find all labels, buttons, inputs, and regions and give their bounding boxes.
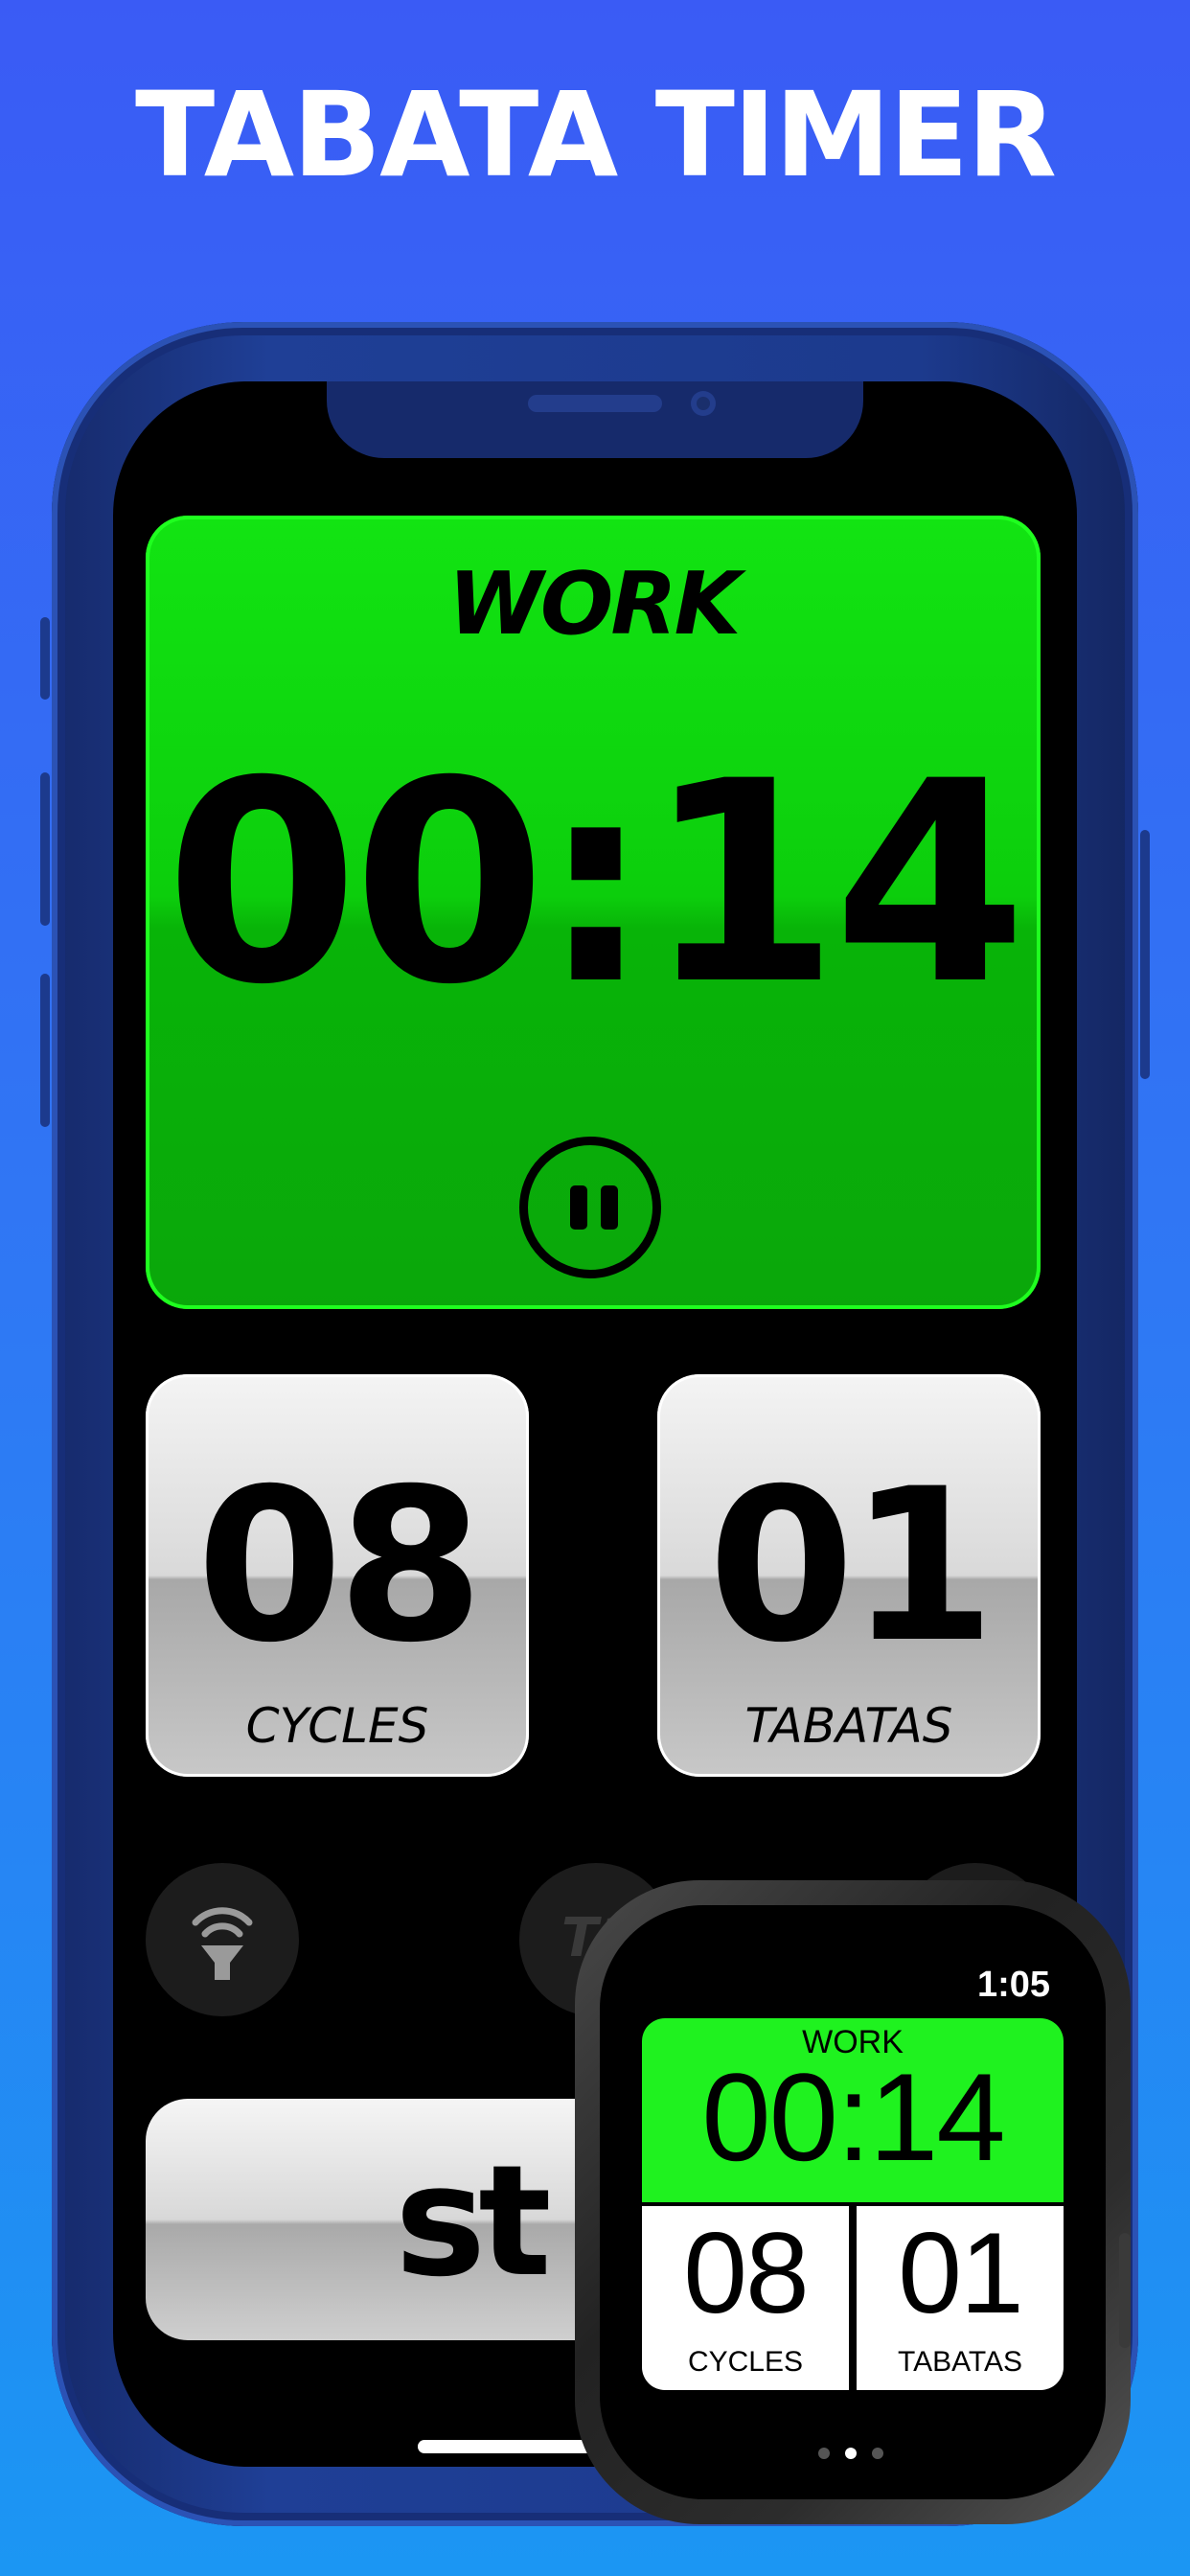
watch-clock: 1:05 [976,1965,1050,2005]
watch-screen: 1:05 WORK 00:14 08 CYCLES 01 TABATAS [600,1905,1106,2499]
phase-label: WORK [447,554,742,655]
watch-cycles-label: CYCLES [687,2346,804,2378]
work-timer-panel: WORK 00:14 [146,516,1041,1309]
tabatas-value: 01 [707,1443,995,1689]
pause-button[interactable] [519,1137,661,1278]
watch-crown [1119,2233,1131,2348]
tabatas-label: TABATAS [744,1698,953,1754]
phone-volume-down-button [40,974,50,1127]
phone-notch [327,381,863,458]
watch-cycles-cell: 08 CYCLES [642,2206,849,2390]
watch-tabatas-value: 01 [898,2209,1023,2337]
pause-icon [570,1185,587,1230]
watch-tabatas-label: TABATAS [897,2346,1023,2378]
stop-button-label: st [395,2131,552,2311]
pause-icon-bar [601,1185,618,1230]
watch-tabatas-cell: 01 TABATAS [857,2206,1064,2390]
page-dot [872,2448,883,2459]
phone-power-button [1140,830,1150,1079]
cycles-label: CYCLES [245,1698,429,1754]
watch-cycles-value: 08 [683,2209,809,2337]
sound-toggle-button[interactable] [146,1863,299,2016]
cycles-counter: 08 CYCLES [146,1374,529,1777]
countdown-timer: 00:14 [165,723,1026,1046]
headline: TABATA TIMER [134,67,1057,203]
page-dot-active [845,2448,857,2459]
watch-countdown-timer: 00:14 [701,2047,1005,2187]
tabatas-counter: 01 TABATAS [657,1374,1041,1777]
sound-horn-icon [192,1907,253,1980]
watch-work-panel: WORK 00:14 [642,2018,1064,2202]
cycles-value: 08 [195,1443,484,1689]
phone-volume-up-button [40,772,50,926]
speaker-grille [528,395,662,412]
page-dot [818,2448,830,2459]
phone-mute-switch [40,617,50,700]
front-camera [691,391,716,416]
